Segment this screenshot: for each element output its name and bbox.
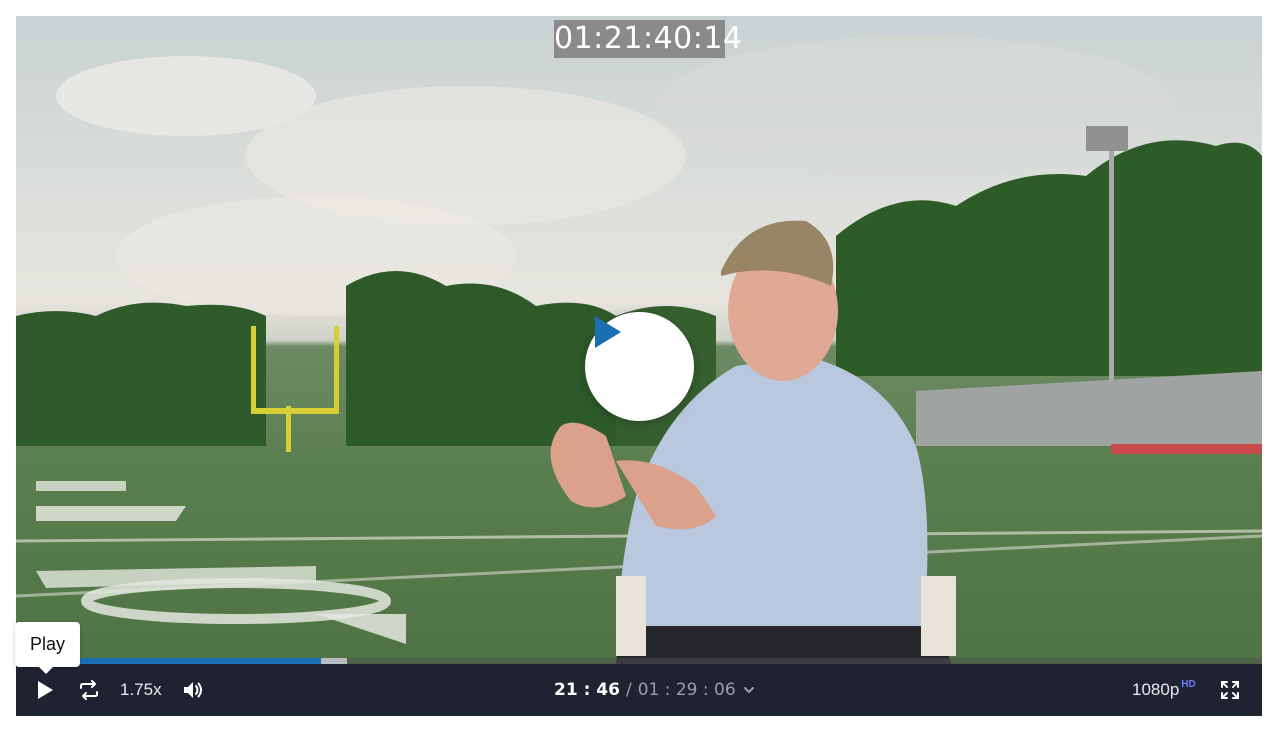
volume-icon bbox=[184, 682, 202, 698]
video-player[interactable]: 01:21:40:14 1.75x 21: 46 / 01: 29: 06… bbox=[16, 16, 1262, 716]
volume-button[interactable] bbox=[181, 664, 205, 716]
big-play-icon bbox=[595, 316, 621, 348]
fullscreen-icon bbox=[1221, 681, 1239, 699]
hd-badge: HD bbox=[1181, 678, 1196, 690]
chevron-down-icon bbox=[743, 687, 754, 693]
timecode-overlay: 01:21:40:14 bbox=[554, 20, 743, 58]
loop-button[interactable] bbox=[77, 664, 101, 716]
quality-button[interactable]: 1080p HD bbox=[1132, 664, 1196, 716]
loop-icon bbox=[80, 680, 98, 700]
control-bar: 1.75x 21 : 46 / 01 : 29 : 06 1080p HD bbox=[16, 664, 1262, 716]
playback-speed-button[interactable]: 1.75x bbox=[120, 664, 162, 716]
time-total: 01 : 29 : 06 bbox=[637, 680, 736, 700]
quality-label: 1080p bbox=[1132, 680, 1180, 699]
time-separator: / bbox=[625, 680, 632, 700]
play-icon bbox=[38, 681, 53, 699]
time-display[interactable]: 21 : 46 / 01 : 29 : 06 bbox=[554, 664, 756, 716]
play-tooltip: Play bbox=[15, 622, 80, 674]
fullscreen-button[interactable] bbox=[1220, 664, 1240, 716]
video-frame[interactable]: 01:21:40:14 bbox=[16, 16, 1262, 664]
big-play-button[interactable] bbox=[585, 312, 694, 421]
time-current: 21 : 46 bbox=[554, 680, 620, 700]
